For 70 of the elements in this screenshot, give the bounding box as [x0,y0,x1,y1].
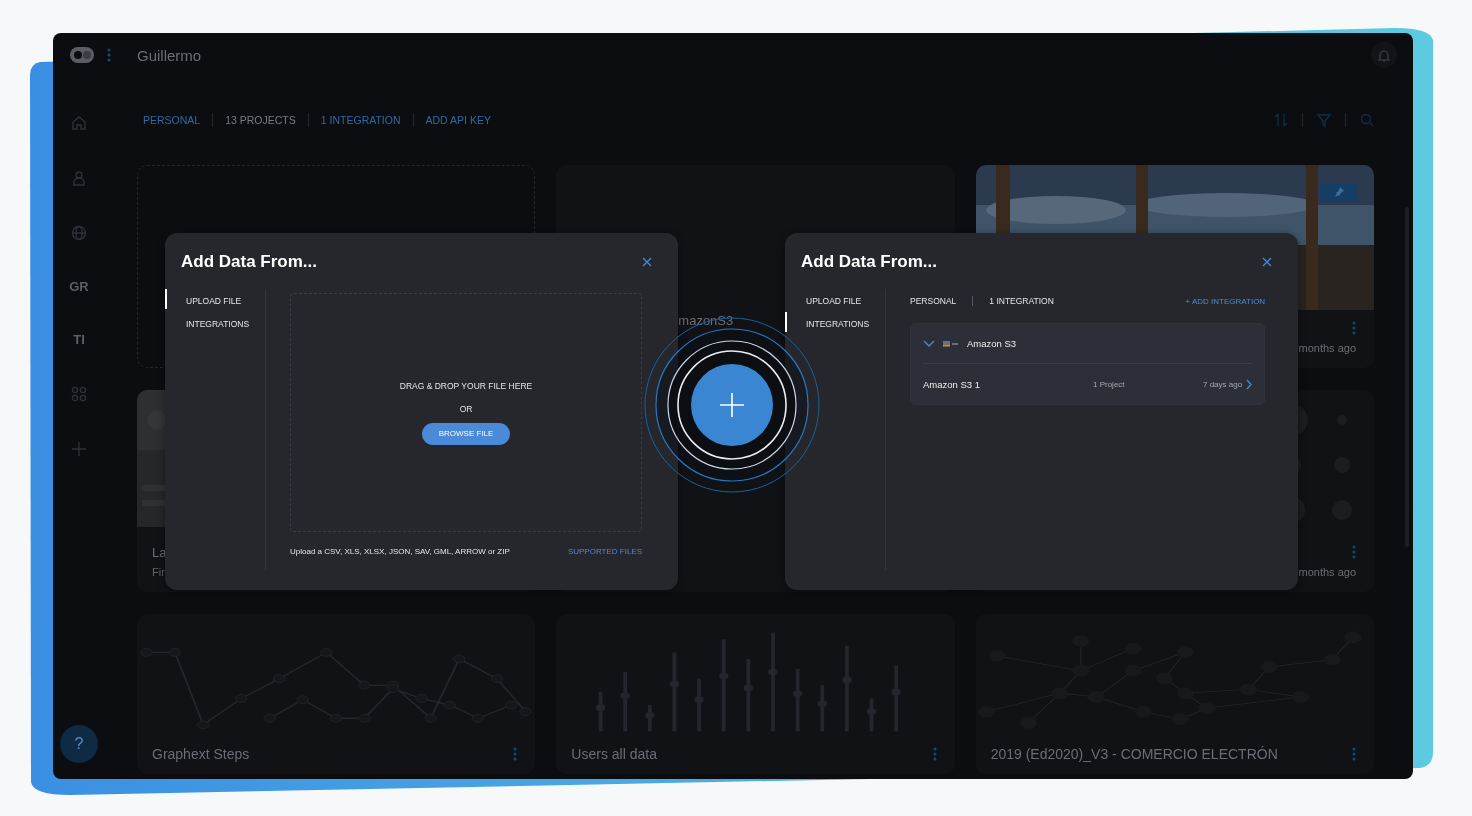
bell-icon[interactable] [1371,42,1397,68]
drop-zone[interactable]: DRAG & DROP YOUR FILE HERE OR BROWSE FILE [290,293,642,532]
home-icon[interactable] [71,114,87,131]
project-title: 2019 (Ed2020)_V3 - COMERCIO ELECTRÓN [990,746,1278,762]
dialog-title: Add Data From... [181,252,317,272]
data-point [263,713,276,723]
filter-label[interactable]: 1 INTEGRATION [972,296,1070,306]
workspace-initials[interactable]: GR [69,260,89,313]
supported-files-link[interactable]: SUPPORTED FILES [567,547,642,556]
or-label: OR [459,403,473,414]
project-title: Graphext Steps [152,746,250,762]
nav-tab[interactable]: INTEGRATIONS [785,312,885,335]
storage-logo-icon [943,339,959,348]
data-point [453,654,466,664]
more-icon[interactable] [1352,747,1356,761]
filter-tab[interactable]: ADD API KEY [413,114,503,126]
data-point [235,694,248,703]
project-count: 1 Project [1093,379,1126,389]
data-point [424,713,437,723]
project-title: La [152,544,167,560]
more-icon[interactable] [1352,321,1356,335]
nav-tab[interactable]: UPLOAD FILE [785,289,885,312]
nav-tab[interactable]: UPLOAD FILE [165,289,265,312]
plus-icon[interactable] [71,440,87,457]
data-point [743,684,754,692]
data-point [491,674,504,684]
project-card[interactable]: Users all data [556,614,955,774]
data-point [817,700,828,708]
logo-icon [69,46,95,64]
dialog-title: Add Data From... [801,252,937,272]
workspace-name: Guillermo [137,46,202,64]
project-card[interactable]: 2019 (Ed2020)_V3 - COMERCIO ELECTRÓN [975,614,1374,774]
pin-badge[interactable] [1320,183,1358,201]
drop-prompt: DRAG & DROP YOUR FILE HERE [399,380,533,391]
chevron-right-icon[interactable] [1246,378,1253,390]
project-card[interactable]: Graphext Steps [137,614,536,774]
globe-icon[interactable] [71,224,87,241]
filter-tab[interactable]: 1 INTEGRATION [308,114,413,126]
updated-time: 7 days ago [1203,379,1243,389]
pin-icon [1334,187,1344,197]
workspace-initials[interactable]: TI [73,313,85,366]
integration-name: Amazon S3 [967,338,1017,349]
file-types-note: Upload a CSV, XLS, XLSX, JSON, SAV, GML, ARROW or ZIP [290,547,510,556]
modified-time: months ago [1298,342,1356,354]
more-icon[interactable] [107,48,111,62]
modified-time: months ago [1298,566,1356,578]
nav-tab[interactable]: INTEGRATIONS [165,312,265,335]
help-button[interactable]: ? [60,725,98,763]
more-icon[interactable] [932,747,937,761]
browse-file-button[interactable]: BROWSE FILE [421,422,511,445]
data-point [415,694,428,703]
apps-icon[interactable] [71,385,87,402]
more-icon[interactable] [513,747,518,761]
more-icon[interactable] [1352,545,1356,559]
add-integration-link[interactable]: + ADD INTEGRATION [1185,296,1266,306]
close-icon[interactable] [640,255,654,269]
data-point [443,700,456,710]
close-icon[interactable] [1260,255,1274,269]
data-point [793,690,803,698]
source-name: Amazon S3 1 [923,378,982,390]
sort-icon[interactable] [1274,113,1288,127]
filter-icon[interactable] [1317,113,1331,127]
filter-tab[interactable]: PERSONAL [143,114,213,126]
filter-tab[interactable]: 13 PROJECTS [213,114,308,126]
search-icon[interactable] [1360,113,1374,127]
project-title: Users all data [571,746,657,762]
chevron-down-icon[interactable] [923,339,935,348]
user-icon[interactable] [71,169,87,186]
project-subtitle: Fir [152,566,165,578]
data-point [867,708,877,715]
